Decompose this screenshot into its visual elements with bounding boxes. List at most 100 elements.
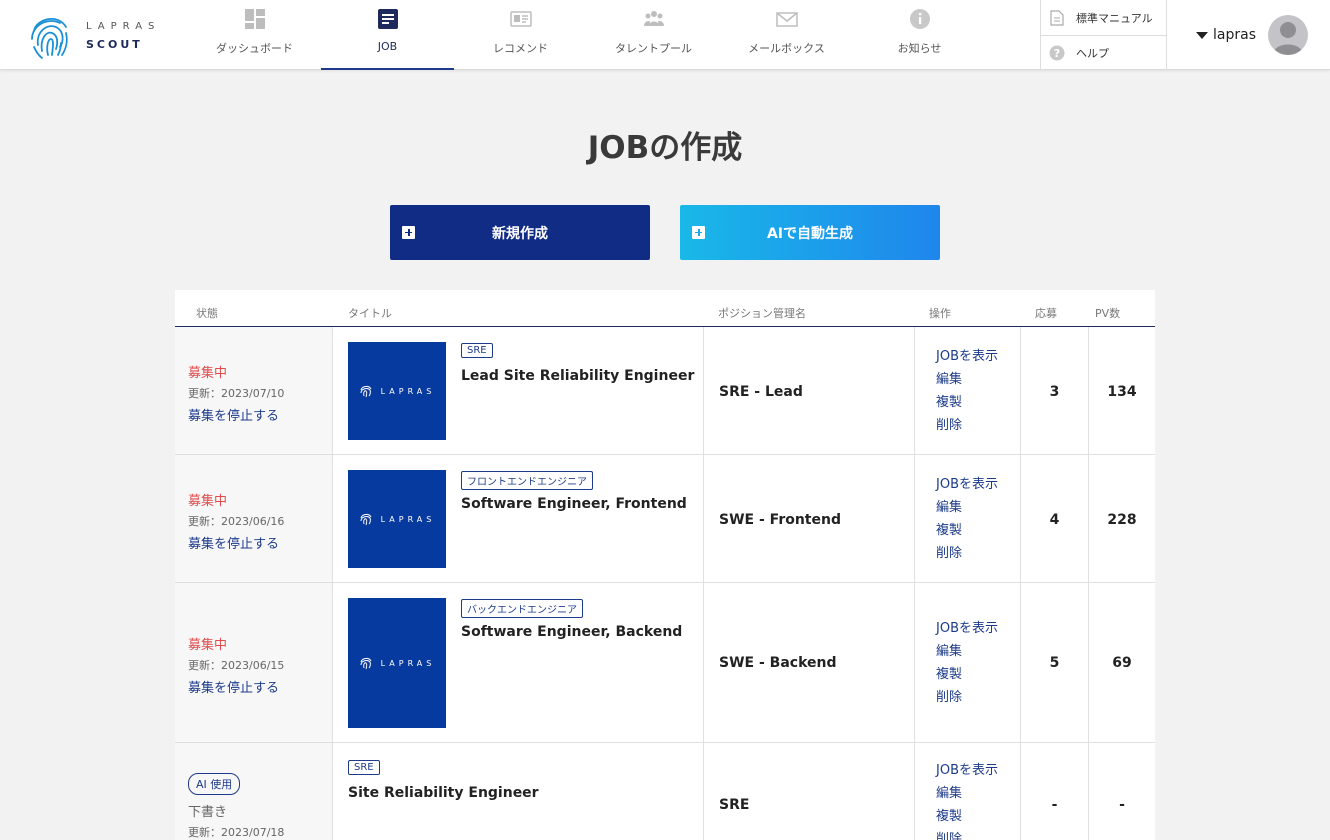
nav-item-notifications[interactable]: お知らせ (853, 0, 986, 70)
applications-cell: 3 (1020, 327, 1088, 454)
applications-count: 5 (1049, 655, 1060, 671)
fingerprint-logo-icon (360, 386, 372, 398)
nav-label: レコメンド (493, 42, 548, 55)
new-job-button[interactable]: 新規作成 (390, 205, 650, 260)
lapras-scout-logo[interactable]: LAPRAS SCOUT (28, 10, 168, 62)
job-thumbnail[interactable]: LAPRAS (348, 470, 446, 568)
profile-card-icon (509, 8, 532, 30)
document-icon (377, 8, 399, 30)
title-cell: LAPRAS フロントエンドエンジニア Software Engineer, F… (332, 455, 703, 582)
stop-recruiting-link[interactable]: 募集を停止する (188, 677, 284, 696)
ai-generate-button[interactable]: AIで自動生成 (680, 205, 940, 260)
thumb-logo-text: LAPRAS (380, 658, 436, 668)
nav-label: お知らせ (897, 42, 942, 55)
delete-link[interactable]: 削除 (936, 828, 998, 840)
position-cell: SWE - Backend (703, 583, 914, 742)
view-job-link[interactable]: JOBを表示 (936, 759, 998, 782)
delete-link[interactable]: 削除 (936, 414, 998, 437)
manual-label: 標準マニュアル (1076, 11, 1153, 25)
pv-count: - (1119, 797, 1125, 813)
delete-link[interactable]: 削除 (936, 542, 998, 565)
nav-item-dashboard[interactable]: ダッシュボード (188, 0, 321, 70)
title-cell: SRE Site Reliability Engineer (332, 743, 703, 840)
view-job-link[interactable]: JOBを表示 (936, 617, 998, 640)
view-job-link[interactable]: JOBを表示 (936, 473, 998, 496)
job-thumbnail[interactable]: LAPRAS (348, 598, 446, 728)
job-category-tag: フロントエンドエンジニア (461, 471, 593, 490)
nav-item-talent-pool[interactable]: タレントプール (587, 0, 720, 70)
stop-recruiting-link[interactable]: 募集を停止する (188, 405, 284, 424)
job-category-tag: SRE (348, 760, 380, 775)
status-cell: 募集中 更新：2023/07/10 募集を停止する (175, 327, 332, 454)
pv-cell: 134 (1088, 327, 1155, 454)
job-title: Site Reliability Engineer (348, 785, 539, 801)
top-header: LAPRAS SCOUT ダッシュボード JOB レコメンド タレントプール メ… (0, 0, 1330, 70)
view-job-link[interactable]: JOBを表示 (936, 345, 998, 368)
job-table: 状態 タイトル ポジション管理名 操作 応募 PV数 募集中 更新：2023/0… (175, 290, 1155, 840)
nav-label: JOB (377, 40, 398, 53)
applications-count: 3 (1049, 384, 1060, 400)
manual-link[interactable]: 標準マニュアル (1041, 0, 1166, 35)
help-menu: 標準マニュアル ? ヘルプ (1040, 0, 1167, 70)
user-menu[interactable]: lapras (1190, 14, 1308, 56)
job-title: Software Engineer, Backend (461, 624, 683, 640)
document-outline-icon (1049, 9, 1065, 26)
position-name: SRE - Lead (719, 384, 803, 400)
copy-link[interactable]: 複製 (936, 519, 998, 542)
nav-label: タレントプール (615, 42, 692, 55)
status-badge: 下書き (188, 805, 228, 820)
pv-cell: - (1088, 743, 1155, 840)
applications-count: - (1051, 797, 1058, 813)
help-link[interactable]: ? ヘルプ (1041, 35, 1166, 70)
ai-used-badge: AI 使用 (188, 773, 241, 795)
pv-count: 134 (1107, 384, 1137, 400)
edit-link[interactable]: 編集 (936, 496, 998, 519)
fingerprint-logo-icon (31, 18, 68, 59)
position-name: SWE - Backend (719, 655, 837, 671)
position-name: SRE (719, 797, 750, 813)
title-cell: LAPRAS バックエンドエンジニア Software Engineer, Ba… (332, 583, 703, 742)
dashboard-icon (244, 8, 266, 30)
column-header-status: 状態 (196, 307, 218, 320)
nav-item-job[interactable]: JOB (321, 0, 454, 70)
status-badge: 募集中 (188, 494, 228, 509)
plus-icon (692, 226, 705, 239)
job-thumbnail[interactable]: LAPRAS (348, 342, 446, 440)
nav-item-recommend[interactable]: レコメンド (454, 0, 587, 70)
column-header-ops: 操作 (929, 307, 951, 320)
logo-top-text: LAPRAS (86, 21, 161, 32)
column-header-position: ポジション管理名 (718, 307, 806, 320)
status-cell: AI 使用 下書き 更新：2023/07/18 (175, 743, 332, 840)
copy-link[interactable]: 複製 (936, 663, 998, 686)
job-title: Software Engineer, Frontend (461, 496, 687, 512)
table-row: 募集中 更新：2023/06/16 募集を停止する LAPRAS フロントエンド… (175, 455, 1155, 583)
page-title: JOBの作成 (587, 130, 743, 166)
edit-link[interactable]: 編集 (936, 640, 998, 663)
applications-cell: 5 (1020, 583, 1088, 742)
copy-link[interactable]: 複製 (936, 391, 998, 414)
job-title: Lead Site Reliability Engineer (461, 368, 695, 384)
status-cell: 募集中 更新：2023/06/15 募集を停止する (175, 583, 332, 742)
table-header: 状態 タイトル ポジション管理名 操作 応募 PV数 (175, 290, 1155, 327)
copy-link[interactable]: 複製 (936, 805, 998, 828)
edit-link[interactable]: 編集 (936, 782, 998, 805)
table-row: 募集中 更新：2023/06/15 募集を停止する LAPRAS バックエンドエ… (175, 583, 1155, 743)
nav-item-mailbox[interactable]: メールボックス (720, 0, 853, 70)
stop-recruiting-link[interactable]: 募集を停止する (188, 533, 284, 552)
ops-cell: JOBを表示 編集 複製 削除 (914, 327, 1020, 454)
edit-link[interactable]: 編集 (936, 368, 998, 391)
position-cell: SRE (703, 743, 914, 840)
ai-generate-label: AIで自動生成 (766, 225, 854, 242)
position-cell: SRE - Lead (703, 327, 914, 454)
status-badge: 募集中 (188, 366, 228, 381)
question-icon: ? (1049, 45, 1065, 61)
delete-link[interactable]: 削除 (936, 686, 998, 709)
job-category-tag: SRE (461, 343, 493, 358)
table-row: AI 使用 下書き 更新：2023/07/18 SRE Site Reliabi… (175, 743, 1155, 840)
pv-cell: 69 (1088, 583, 1155, 742)
plus-icon (402, 226, 415, 239)
applications-count: 4 (1049, 512, 1060, 528)
updated-date: 更新：2023/06/15 (188, 659, 285, 672)
updated-date: 更新：2023/06/16 (188, 515, 285, 528)
user-silhouette-icon (1272, 22, 1303, 55)
